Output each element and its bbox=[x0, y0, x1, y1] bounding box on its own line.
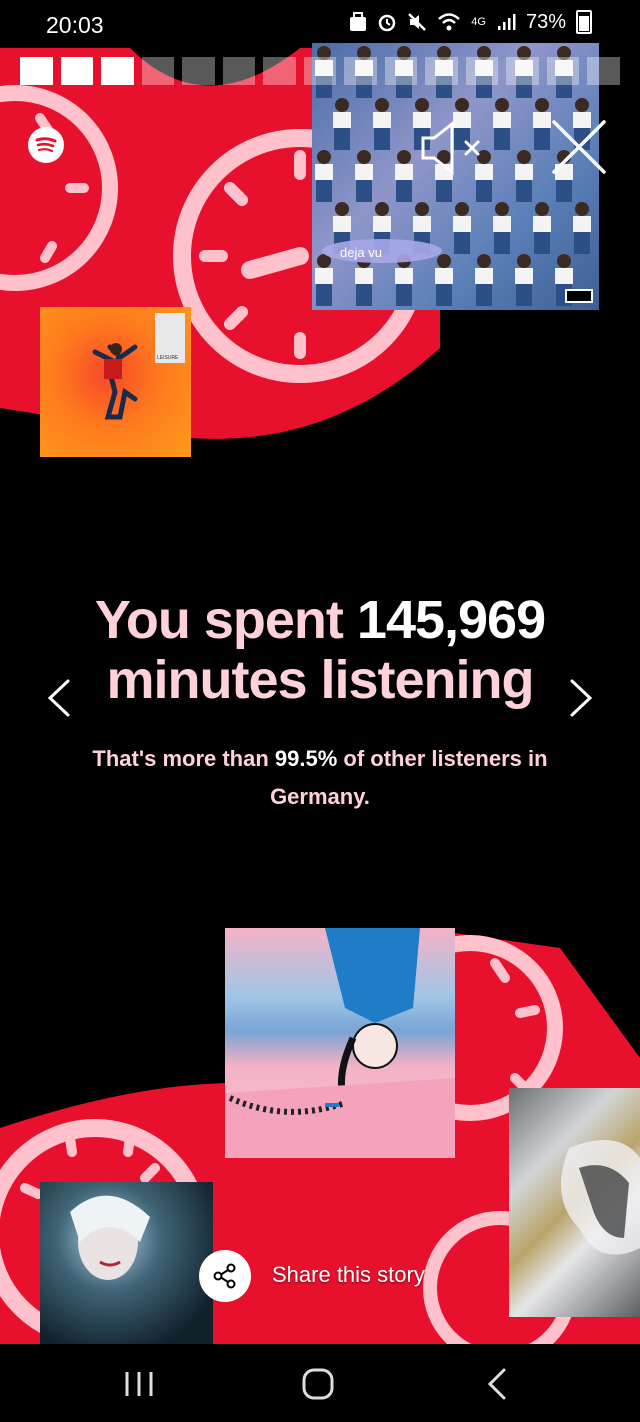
story-progress-bar bbox=[20, 57, 620, 85]
story-progress-segment bbox=[101, 57, 134, 85]
album-cover-chrome bbox=[509, 1088, 640, 1317]
album-cover-handstand bbox=[225, 928, 455, 1158]
next-story-button[interactable] bbox=[566, 678, 596, 718]
headline-prefix: You spent bbox=[94, 590, 357, 650]
signal-icon bbox=[497, 14, 516, 30]
story-progress-segment bbox=[465, 57, 499, 85]
story-progress-segment bbox=[506, 57, 539, 85]
close-button[interactable] bbox=[550, 118, 608, 176]
volume-mute-icon bbox=[421, 120, 480, 176]
minutes-value: 145,969 bbox=[356, 590, 546, 650]
back-button[interactable] bbox=[478, 1366, 518, 1402]
story-progress-segment bbox=[141, 57, 175, 85]
notification-icon bbox=[350, 12, 367, 31]
story-progress-segment bbox=[60, 57, 94, 85]
story-progress-segment bbox=[303, 57, 337, 85]
percentile-value: 99.5% bbox=[274, 746, 338, 771]
network-label: 4G bbox=[471, 16, 486, 28]
previous-story-button[interactable] bbox=[44, 678, 74, 718]
status-icons: 4G 73% bbox=[349, 10, 592, 34]
back-icon bbox=[487, 1368, 506, 1400]
headline-suffix: minutes listening bbox=[106, 650, 534, 710]
recent-apps-icon bbox=[125, 1372, 153, 1396]
mute-status-icon bbox=[408, 13, 427, 31]
album-cover-leisure: LEISURE bbox=[40, 307, 191, 457]
leisure-label: LEISURE bbox=[157, 355, 179, 361]
share-button[interactable] bbox=[199, 1250, 251, 1302]
chevron-left-icon bbox=[47, 679, 70, 717]
home-button[interactable] bbox=[299, 1366, 339, 1402]
battery-icon bbox=[576, 10, 592, 34]
subtext-prefix: That's more than bbox=[92, 746, 275, 771]
chevron-right-icon bbox=[570, 679, 593, 717]
story-progress-segment bbox=[546, 57, 580, 85]
story-progress-segment bbox=[182, 57, 215, 85]
recent-apps-button[interactable] bbox=[119, 1366, 159, 1402]
story-progress-segment bbox=[587, 57, 620, 85]
story-progress-segment bbox=[263, 57, 296, 85]
cover-title: deja vu bbox=[340, 245, 382, 260]
mute-button[interactable] bbox=[418, 120, 490, 176]
alarm-icon bbox=[379, 14, 396, 32]
story-progress-segment bbox=[222, 57, 256, 85]
story-progress-segment bbox=[425, 57, 458, 85]
wifi-icon bbox=[438, 13, 461, 31]
close-icon bbox=[552, 120, 606, 174]
share-icon bbox=[213, 1263, 236, 1289]
album-cover-portrait bbox=[40, 1182, 213, 1344]
spotify-logo-icon bbox=[28, 127, 64, 163]
battery-percent: 73% bbox=[525, 10, 566, 33]
status-time: 20:03 bbox=[46, 12, 104, 38]
story-subtext: That's more than 99.5% of other listener… bbox=[60, 740, 580, 816]
story-headline: You spent 145,969 minutes listening bbox=[40, 590, 600, 710]
system-navigation-bar bbox=[0, 1344, 640, 1422]
story-progress-segment bbox=[344, 57, 377, 85]
story-progress-segment bbox=[384, 57, 418, 85]
home-icon bbox=[302, 1368, 334, 1400]
story-progress-segment bbox=[20, 57, 53, 85]
share-story-label[interactable]: Share this story bbox=[272, 1262, 425, 1288]
